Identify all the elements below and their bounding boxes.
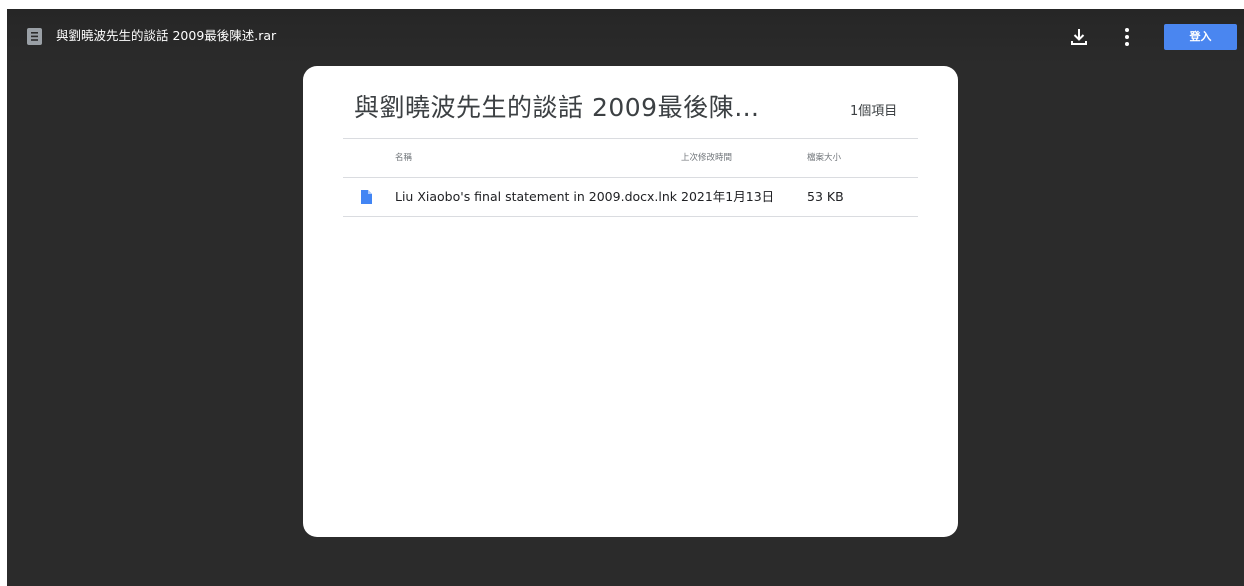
- archive-contents-card: 與劉曉波先生的談話 2009最後陳… 1個項目 名稱 上次修改時間 檔案大小 L…: [303, 66, 958, 537]
- file-modified: 2021年1月13日: [681, 189, 775, 204]
- archive-file-icon: [27, 28, 42, 45]
- archive-title: 與劉曉波先生的談話 2009最後陳…: [354, 93, 760, 122]
- list-header: 名稱 上次修改時間 檔案大小: [343, 138, 918, 177]
- column-header-modified[interactable]: 上次修改時間: [681, 139, 732, 177]
- file-title: 與劉曉波先生的談話 2009最後陳述.rar: [56, 28, 277, 43]
- document-icon: [361, 190, 372, 204]
- file-name: Liu Xiaobo's final statement in 2009.doc…: [395, 189, 678, 204]
- column-header-size[interactable]: 檔案大小: [807, 139, 841, 177]
- more-vert-icon[interactable]: [1117, 26, 1137, 48]
- file-size: 53 KB: [807, 189, 844, 204]
- item-count: 1個項目: [850, 104, 898, 119]
- column-header-name[interactable]: 名稱: [395, 139, 412, 177]
- top-bar: 與劉曉波先生的談話 2009最後陳述.rar 登入: [7, 9, 1244, 65]
- login-button[interactable]: 登入: [1164, 24, 1237, 50]
- download-icon[interactable]: [1069, 27, 1089, 47]
- file-list: 名稱 上次修改時間 檔案大小 Liu Xiaobo's final statem…: [343, 138, 918, 217]
- archive-viewer: 與劉曉波先生的談話 2009最後陳述.rar 登入 與劉曉波先生的談話 2009…: [7, 9, 1244, 586]
- file-row[interactable]: Liu Xiaobo's final statement in 2009.doc…: [343, 177, 918, 217]
